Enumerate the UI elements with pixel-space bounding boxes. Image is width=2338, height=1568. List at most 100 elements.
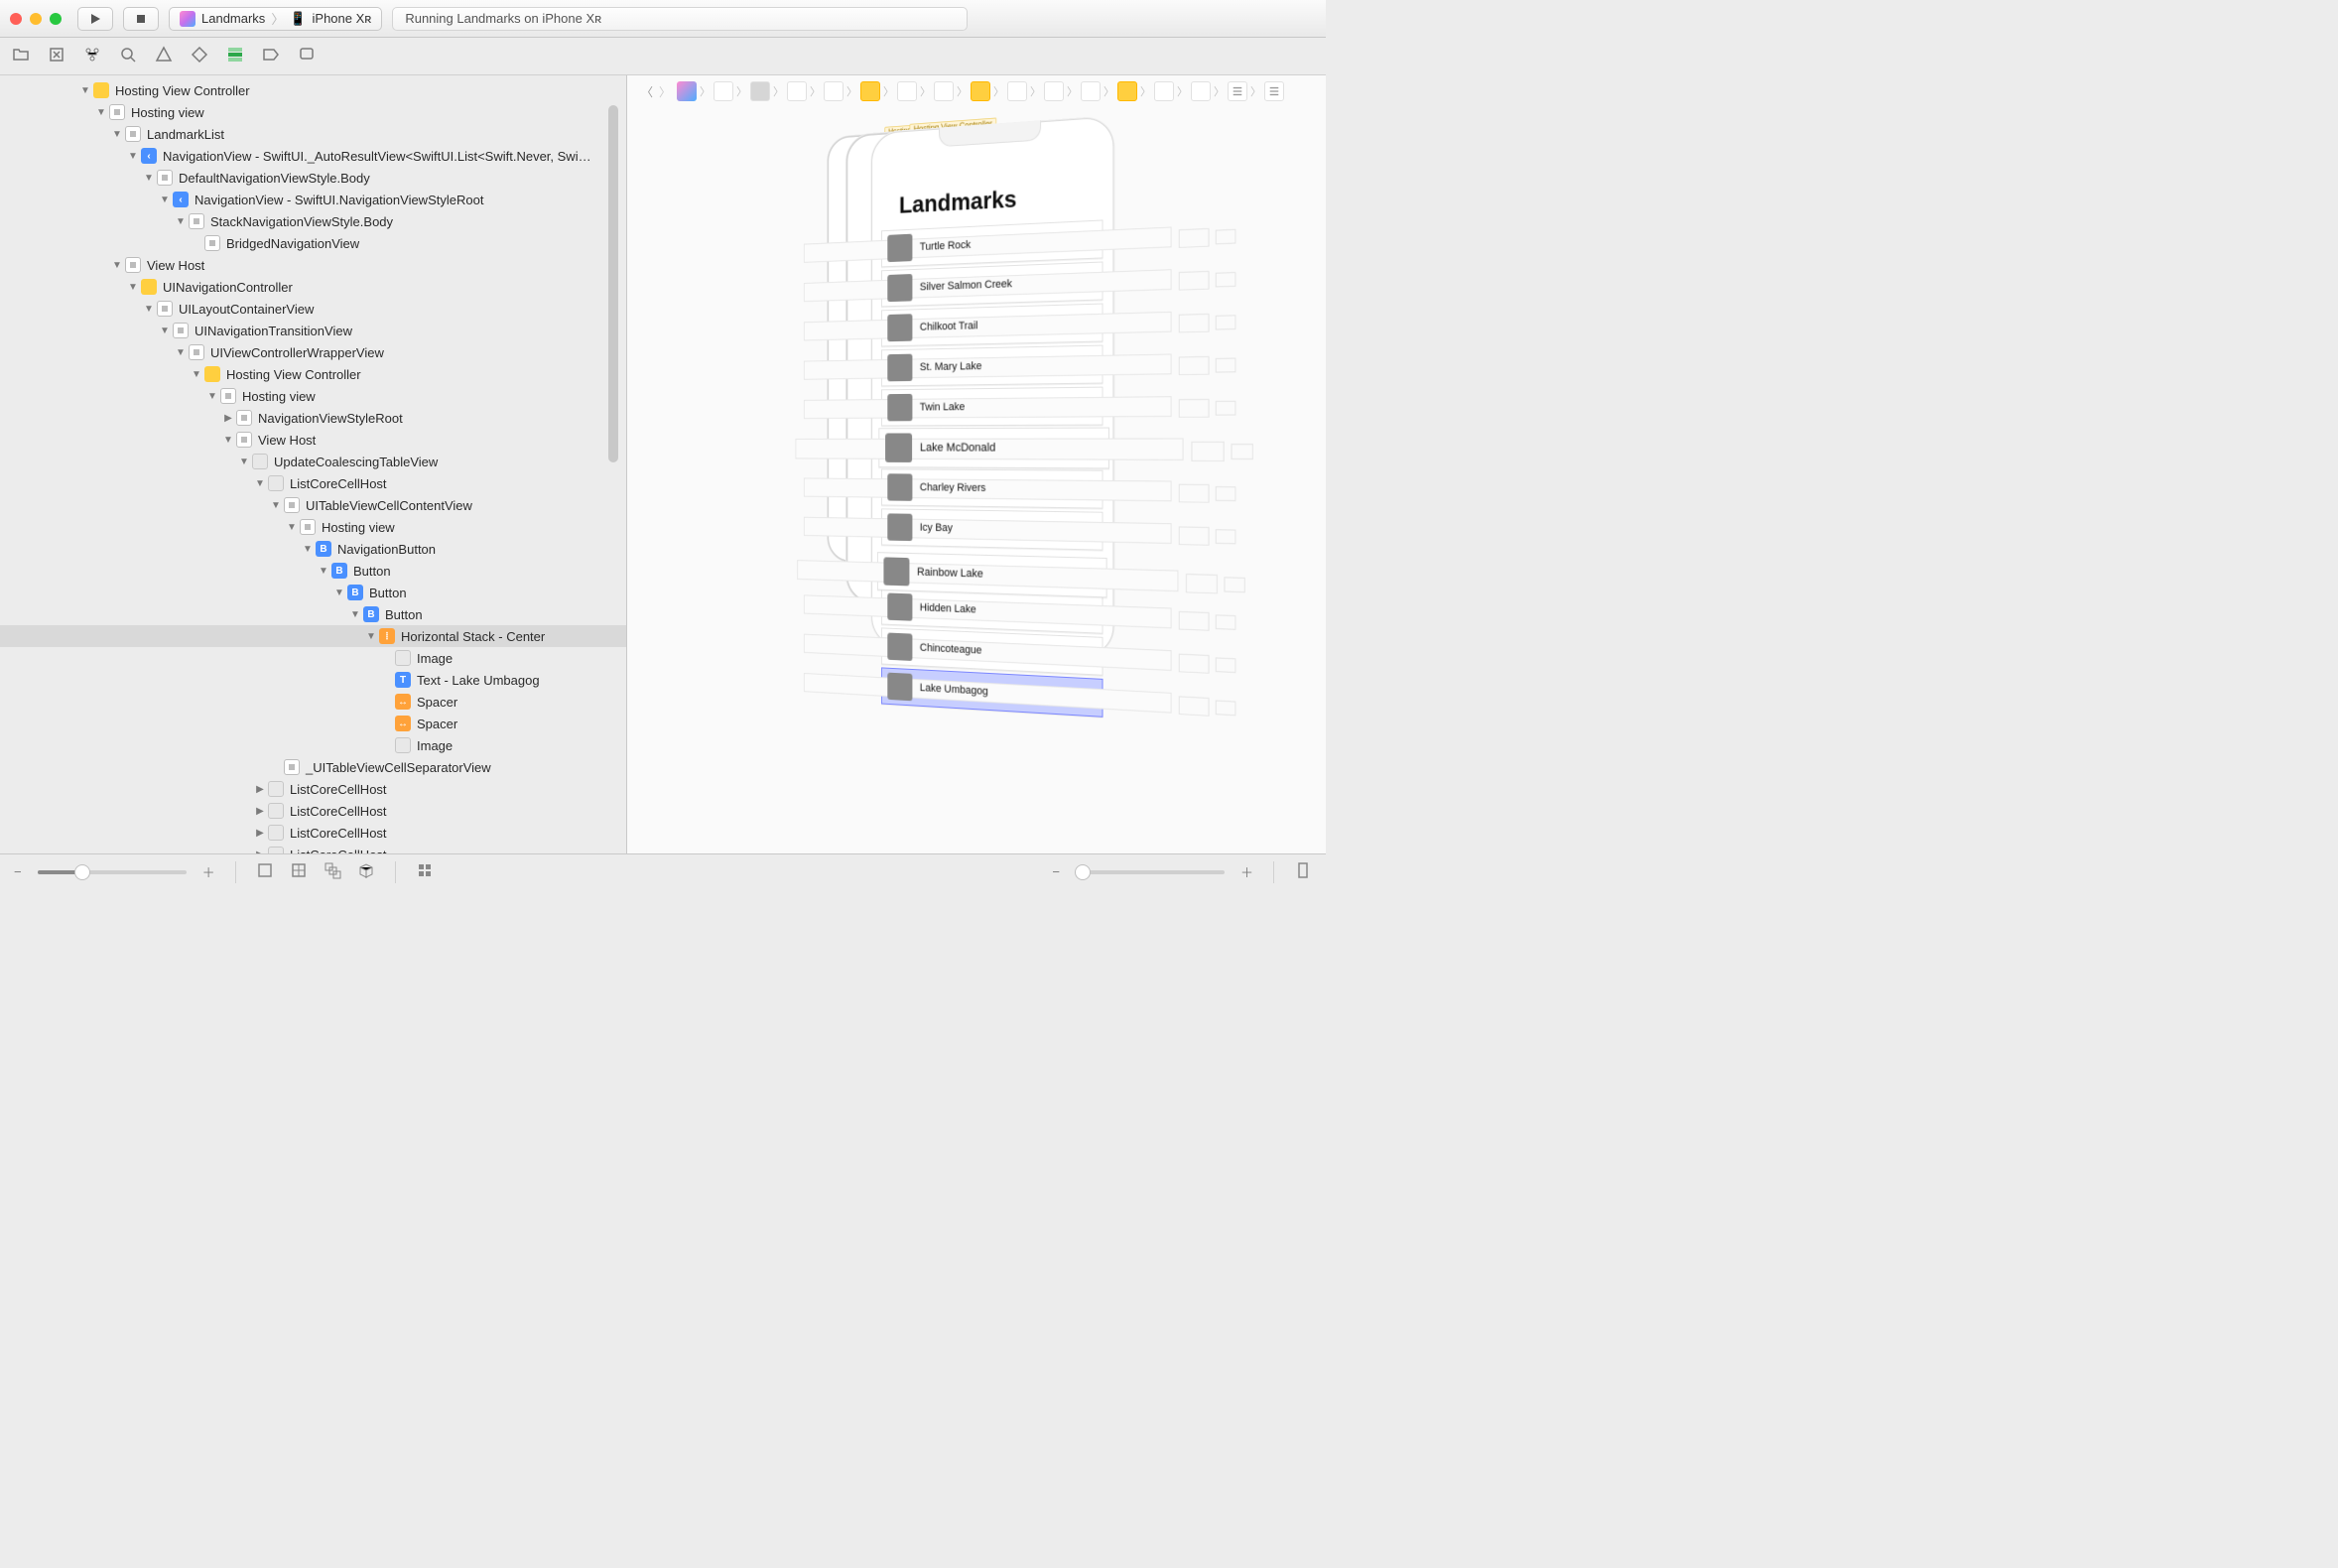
plus-icon[interactable]: ＋: [1240, 862, 1253, 881]
disclosure-open-icon[interactable]: ▼: [286, 522, 298, 533]
report-navigator-icon[interactable]: [298, 46, 316, 66]
orient-2d-icon[interactable]: [416, 861, 434, 882]
crumb-icon[interactable]: [750, 81, 770, 101]
disclosure-closed-icon[interactable]: ▶: [254, 784, 266, 795]
crumb-icon[interactable]: [1044, 81, 1064, 101]
crumb-list-icon[interactable]: [1264, 81, 1284, 101]
symbol-navigator-icon[interactable]: [83, 46, 101, 66]
scheme-selector[interactable]: Landmarks 〉 📱 iPhone Xʀ: [169, 7, 382, 31]
minimize-icon[interactable]: [30, 13, 42, 25]
disclosure-open-icon[interactable]: ▼: [302, 544, 314, 555]
disclosure-open-icon[interactable]: ▼: [79, 85, 91, 96]
outline-row[interactable]: ▼UITableViewCellContentView: [0, 494, 626, 516]
outline-row[interactable]: ▼‹NavigationView - SwiftUI.NavigationVie…: [0, 189, 626, 210]
outline-row[interactable]: ↔Spacer: [0, 691, 626, 713]
crumb-icon[interactable]: [860, 81, 880, 101]
landmark-cell[interactable]: Icy Bay: [881, 508, 1103, 550]
view-debugger-canvas[interactable]: 〈 〉 〉 〉 〉 〉 〉 〉 〉 〉 〉 〉 〉 〉 〉 〉 〉 〉: [627, 75, 1326, 853]
outline-row[interactable]: ▼LandmarkList: [0, 123, 626, 145]
crumb-icon[interactable]: [934, 81, 954, 101]
outline-row[interactable]: ▼Hosting view: [0, 516, 626, 538]
outline-row[interactable]: TText - Lake Umbagog: [0, 669, 626, 691]
outline-row[interactable]: ▼BButton: [0, 582, 626, 603]
outline-row[interactable]: ▼BNavigationButton: [0, 538, 626, 560]
outline-row[interactable]: ▼BButton: [0, 560, 626, 582]
outline-row[interactable]: ▼DefaultNavigationViewStyle.Body: [0, 167, 626, 189]
outline-row[interactable]: ▼ListCoreCellHost: [0, 472, 626, 494]
source-control-icon[interactable]: [48, 46, 65, 66]
disclosure-open-icon[interactable]: ▼: [238, 457, 250, 467]
crumb-icon[interactable]: [1191, 81, 1211, 101]
wireframe-icon[interactable]: [324, 861, 341, 882]
crumb-icon[interactable]: [824, 81, 844, 101]
outline-row[interactable]: ▼UINavigationTransitionView: [0, 320, 626, 341]
outline-row[interactable]: BridgedNavigationView: [0, 232, 626, 254]
outline-row[interactable]: ↔Spacer: [0, 713, 626, 734]
disclosure-open-icon[interactable]: ▼: [143, 304, 155, 315]
landmark-cell[interactable]: Rainbow Lake: [877, 552, 1107, 597]
outline-row[interactable]: ▶ListCoreCellHost: [0, 844, 626, 853]
outline-row[interactable]: ▼UIViewControllerWrapperView: [0, 341, 626, 363]
range-icon[interactable]: [1294, 861, 1312, 882]
crumb-icon[interactable]: [897, 81, 917, 101]
3d-icon[interactable]: [357, 861, 375, 882]
outline-row[interactable]: ▼⦙Horizontal Stack - Center: [0, 625, 626, 647]
maximize-icon[interactable]: [50, 13, 62, 25]
disclosure-open-icon[interactable]: ▼: [333, 588, 345, 598]
disclosure-open-icon[interactable]: ▼: [175, 216, 187, 227]
minus-icon[interactable]: −: [1052, 864, 1060, 879]
outline-row[interactable]: ▼UINavigationController: [0, 276, 626, 298]
folder-icon[interactable]: [12, 46, 30, 66]
disclosure-closed-icon[interactable]: ▶: [254, 828, 266, 839]
constraints-icon[interactable]: [290, 861, 308, 882]
outline-row[interactable]: ▼Hosting view: [0, 101, 626, 123]
disclosure-open-icon[interactable]: ▼: [318, 566, 329, 577]
landmark-cell[interactable]: Chincoteague: [881, 627, 1103, 675]
disclosure-closed-icon[interactable]: ▶: [254, 849, 266, 854]
outline-row[interactable]: ▶NavigationViewStyleRoot: [0, 407, 626, 429]
canvas-breadcrumb[interactable]: 〉 〉 〉 〉 〉 〉 〉 〉 〉 〉 〉 〉 〉 〉 〉 〉: [677, 81, 1284, 101]
disclosure-open-icon[interactable]: ▼: [206, 391, 218, 402]
spacing-slider[interactable]: [38, 870, 187, 874]
issue-navigator-icon[interactable]: [155, 46, 173, 66]
outline-row[interactable]: ▶ListCoreCellHost: [0, 778, 626, 800]
disclosure-closed-icon[interactable]: ▶: [222, 413, 234, 424]
crumb-icon[interactable]: [971, 81, 990, 101]
disclosure-open-icon[interactable]: ▼: [222, 435, 234, 446]
disclosure-open-icon[interactable]: ▼: [159, 195, 171, 205]
landmark-cell[interactable]: Chilkoot Trail: [881, 304, 1103, 347]
landmark-cell[interactable]: Turtle Rock: [881, 219, 1103, 267]
landmark-cell[interactable]: Lake McDonald: [878, 427, 1109, 468]
disclosure-open-icon[interactable]: ▼: [175, 347, 187, 358]
disclosure-open-icon[interactable]: ▼: [95, 107, 107, 118]
disclosure-open-icon[interactable]: ▼: [111, 129, 123, 140]
crumb-icon[interactable]: [1081, 81, 1101, 101]
outline-row[interactable]: ▼View Host: [0, 254, 626, 276]
disclosure-open-icon[interactable]: ▼: [111, 260, 123, 271]
forward-icon[interactable]: 〉: [659, 83, 671, 100]
outline-row[interactable]: ▼UILayoutContainerView: [0, 298, 626, 320]
outline-row[interactable]: ▶ListCoreCellHost: [0, 800, 626, 822]
disclosure-open-icon[interactable]: ▼: [127, 151, 139, 162]
crumb-icon[interactable]: [1007, 81, 1027, 101]
outline-row[interactable]: Image: [0, 734, 626, 756]
outline-row[interactable]: Image: [0, 647, 626, 669]
outline-row[interactable]: _UITableViewCellSeparatorView: [0, 756, 626, 778]
breakpoint-navigator-icon[interactable]: [262, 46, 280, 66]
landmark-cell[interactable]: Silver Salmon Creek: [881, 261, 1103, 307]
outline-row[interactable]: ▼StackNavigationViewStyle.Body: [0, 210, 626, 232]
close-icon[interactable]: [10, 13, 22, 25]
test-navigator-icon[interactable]: [191, 46, 208, 66]
plus-icon[interactable]: ＋: [202, 862, 215, 881]
disclosure-closed-icon[interactable]: ▶: [254, 806, 266, 817]
outline-row[interactable]: ▼View Host: [0, 429, 626, 451]
search-icon[interactable]: [119, 46, 137, 66]
debug-navigator-icon[interactable]: [226, 46, 244, 66]
clip-icon[interactable]: [256, 861, 274, 882]
crumb-icon[interactable]: [714, 81, 733, 101]
disclosure-open-icon[interactable]: ▼: [191, 369, 202, 380]
landmark-cell[interactable]: St. Mary Lake: [881, 345, 1103, 387]
crumb-app-icon[interactable]: [677, 81, 697, 101]
view-hierarchy-outline[interactable]: ▼Hosting View Controller▼Hosting view▼La…: [0, 75, 627, 853]
zoom-slider[interactable]: [1076, 870, 1225, 874]
